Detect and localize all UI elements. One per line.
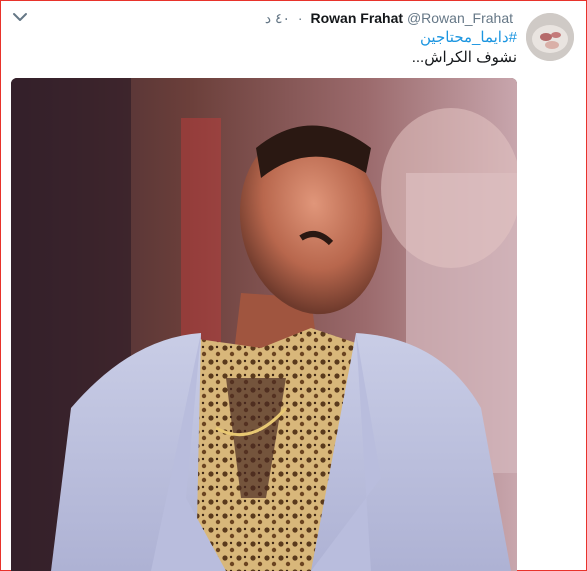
photo-image (11, 78, 517, 571)
tweet-card[interactable]: Rowan Frahat @Rowan_Frahat · ٤٠ د #دايما… (0, 0, 587, 571)
author-handle[interactable]: @Rowan_Frahat (407, 10, 513, 26)
tweet-media-photo[interactable] (11, 78, 517, 571)
avatar[interactable] (526, 13, 574, 61)
tweet-text: نشوف الكراش... (411, 49, 517, 66)
dot-separator: · (297, 10, 303, 26)
chevron-down-icon[interactable] (12, 10, 28, 22)
hashtag-link[interactable]: #دايما_محتاجين (420, 29, 517, 47)
tweet-header: Rowan Frahat @Rowan_Frahat · ٤٠ د (265, 9, 517, 27)
tweet-timestamp[interactable]: ٤٠ د (265, 10, 290, 26)
author-name[interactable]: Rowan Frahat (310, 10, 403, 26)
